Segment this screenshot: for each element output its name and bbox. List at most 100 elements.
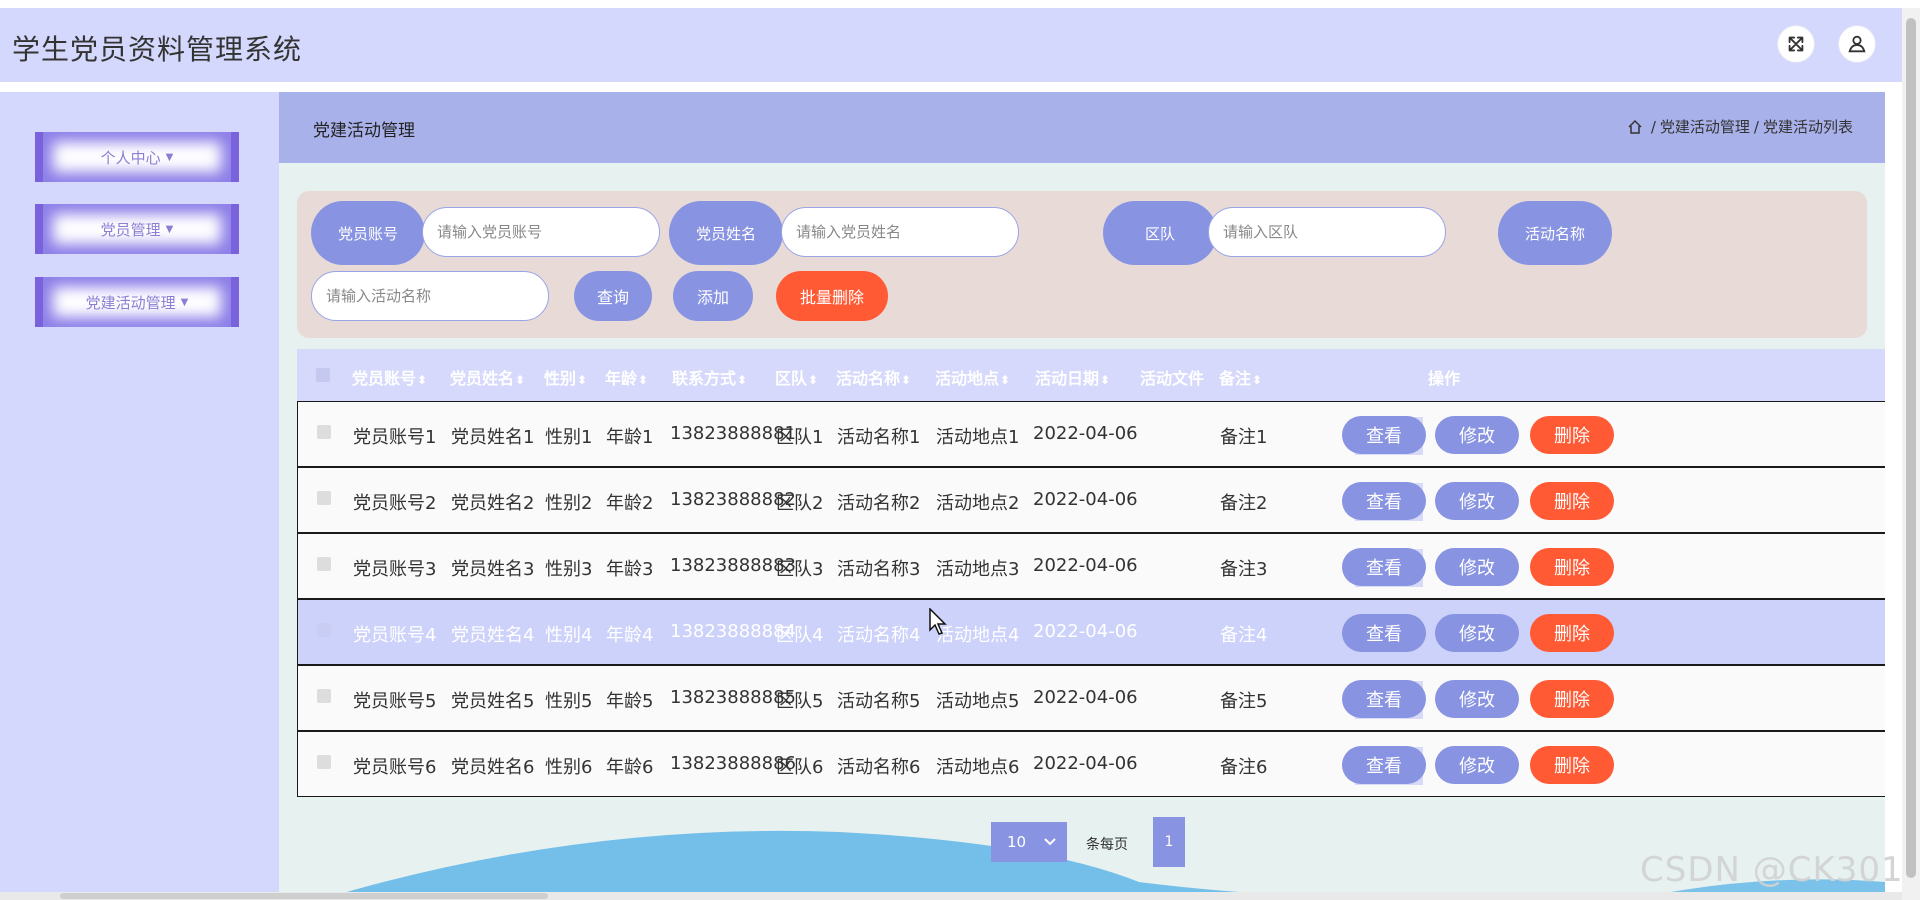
column-header-gender[interactable]: 性别⬍ xyxy=(544,365,587,389)
home-icon[interactable] xyxy=(1627,119,1643,135)
edit-button[interactable]: 修改 xyxy=(1435,680,1519,718)
delete-button[interactable]: 删除 xyxy=(1530,548,1614,586)
delete-button[interactable]: 删除 xyxy=(1530,680,1614,718)
column-header-activity-date[interactable]: 活动日期⬍ xyxy=(1035,365,1110,389)
row-checkbox[interactable] xyxy=(317,491,331,505)
column-header-label: 备注 xyxy=(1219,369,1252,388)
cell-member-name: 党员姓名5 xyxy=(451,691,535,712)
view-button[interactable]: 查看 xyxy=(1342,548,1426,586)
delete-button[interactable]: 删除 xyxy=(1530,416,1614,454)
cell-activity-name: 活动名称5 xyxy=(837,691,921,712)
sort-icon[interactable]: ⬍ xyxy=(417,373,427,387)
member-name-input[interactable] xyxy=(781,207,1019,257)
expand-icon[interactable] xyxy=(1777,25,1815,63)
delete-button[interactable]: 删除 xyxy=(1530,482,1614,520)
table-row[interactable]: 党员账号5 党员姓名5 性别5 年龄5 13823888885 区队5 活动名称5 活动地点5… xyxy=(297,665,1885,731)
view-button[interactable]: 查看 xyxy=(1342,746,1426,784)
view-button[interactable]: 查看 xyxy=(1342,614,1426,652)
table-row[interactable]: 党员账号1 党员姓名1 性别1 年龄1 13823888881 区队1 活动名称1 活动地点1… xyxy=(297,401,1885,467)
cell-remark: 备注5 xyxy=(1220,691,1268,712)
view-button[interactable]: 查看 xyxy=(1342,680,1426,718)
view-button[interactable]: 查看 xyxy=(1342,482,1426,520)
edit-button[interactable]: 修改 xyxy=(1435,614,1519,652)
sort-icon[interactable]: ⬍ xyxy=(577,373,587,387)
sidebar-item-label: 党建活动管理 xyxy=(85,293,176,312)
row-checkbox[interactable] xyxy=(317,689,331,703)
scrollbar-thumb[interactable] xyxy=(60,893,548,899)
cell-activity-location: 活动地点3 xyxy=(936,559,1020,580)
table-row[interactable]: 党员账号2 党员姓名2 性别2 年龄2 13823888882 区队2 活动名称2 活动地点2… xyxy=(297,467,1885,533)
watermark: CSDN @CK3011 xyxy=(1640,850,1920,890)
sidebar-item-personal-center[interactable]: 个人中心 ▼ xyxy=(35,132,239,182)
page-number-1[interactable]: 1 xyxy=(1153,817,1185,867)
cell-age: 年龄6 xyxy=(606,757,654,778)
scrollbar-thumb[interactable] xyxy=(1906,18,1916,878)
cell-activity-date: 2022-04-06 xyxy=(1033,423,1138,444)
user-icon[interactable] xyxy=(1838,25,1876,63)
edit-button[interactable]: 修改 xyxy=(1435,416,1519,454)
activity-name-input[interactable] xyxy=(311,271,549,321)
sort-icon[interactable]: ⬍ xyxy=(1100,373,1110,387)
edit-button[interactable]: 修改 xyxy=(1435,482,1519,520)
batch-delete-button[interactable]: 批量删除 xyxy=(776,271,888,321)
page-title: 党建活动管理 xyxy=(313,121,415,141)
page-size-select[interactable]: 10 xyxy=(991,822,1067,862)
member-account-input[interactable] xyxy=(422,207,660,257)
row-checkbox[interactable] xyxy=(317,755,331,769)
cell-activity-date: 2022-04-06 xyxy=(1033,621,1138,642)
column-header-remark[interactable]: 备注⬍ xyxy=(1219,365,1262,389)
app-title: 学生党员资料管理系统 xyxy=(12,33,303,66)
per-page-label: 条每页 xyxy=(1086,837,1128,853)
vertical-scrollbar[interactable] xyxy=(1902,8,1920,900)
column-header-label: 区队 xyxy=(775,369,808,388)
view-button[interactable]: 查看 xyxy=(1342,416,1426,454)
edit-button[interactable]: 修改 xyxy=(1435,548,1519,586)
edit-button[interactable]: 修改 xyxy=(1435,746,1519,784)
cell-member-name: 党员姓名2 xyxy=(451,493,535,514)
row-checkbox[interactable] xyxy=(317,425,331,439)
sidebar-item-member-management[interactable]: 党员管理 ▼ xyxy=(35,204,239,254)
delete-button[interactable]: 删除 xyxy=(1530,614,1614,652)
cell-member-account: 党员账号3 xyxy=(353,559,437,580)
column-header-activity-location[interactable]: 活动地点⬍ xyxy=(935,365,1010,389)
sort-icon[interactable]: ⬍ xyxy=(515,373,525,387)
cell-member-account: 党员账号4 xyxy=(353,625,437,646)
column-header-label: 性别 xyxy=(544,369,577,388)
breadcrumb: / 党建活动管理 / 党建活动列表 xyxy=(1627,116,1855,137)
column-header-age[interactable]: 年龄⬍ xyxy=(605,365,648,389)
table-row[interactable]: 党员账号3 党员姓名3 性别3 年龄3 13823888883 区队3 活动名称3 活动地点3… xyxy=(297,533,1885,599)
cell-activity-date: 2022-04-06 xyxy=(1033,753,1138,774)
column-header-label: 党员姓名 xyxy=(450,369,515,388)
table-row[interactable]: 党员账号4 党员姓名4 性别4 年龄4 13823888884 区队4 活动名称4 活动地点4… xyxy=(297,599,1885,665)
column-header-member-name[interactable]: 党员姓名⬍ xyxy=(450,365,525,389)
row-checkbox[interactable] xyxy=(317,623,331,637)
breadcrumb-item[interactable]: 党建活动管理 xyxy=(1660,116,1750,137)
squad-input[interactable] xyxy=(1208,207,1446,257)
sort-icon[interactable]: ⬍ xyxy=(1252,373,1262,387)
column-header-contact[interactable]: 联系方式⬍ xyxy=(672,365,747,389)
cell-member-account: 党员账号1 xyxy=(353,427,437,448)
column-header-activity-name[interactable]: 活动名称⬍ xyxy=(836,365,911,389)
sort-icon[interactable]: ⬍ xyxy=(901,373,911,387)
column-header-label: 党员账号 xyxy=(352,369,417,388)
sort-icon[interactable]: ⬍ xyxy=(638,373,648,387)
sort-icon[interactable]: ⬍ xyxy=(737,373,747,387)
column-header-member-account[interactable]: 党员账号⬍ xyxy=(352,365,427,389)
horizontal-scrollbar[interactable] xyxy=(0,892,1902,900)
column-header-label: 联系方式 xyxy=(672,369,737,388)
column-header-squad[interactable]: 区队⬍ xyxy=(775,365,818,389)
main-content: 党建活动管理 / 党建活动管理 / 党建活动列表 党员账号 党员姓名 区队 活动… xyxy=(279,92,1885,900)
table-row[interactable]: 党员账号6 党员姓名6 性别6 年龄6 13823888886 区队6 活动名称6 活动地点6… xyxy=(297,731,1885,797)
row-checkbox[interactable] xyxy=(317,557,331,571)
sidebar-item-activity-management[interactable]: 党建活动管理 ▼ xyxy=(35,277,239,327)
cell-activity-name: 活动名称6 xyxy=(837,757,921,778)
delete-button[interactable]: 删除 xyxy=(1530,746,1614,784)
add-button[interactable]: 添加 xyxy=(673,271,753,321)
cell-age: 年龄1 xyxy=(606,427,654,448)
sort-icon[interactable]: ⬍ xyxy=(808,373,818,387)
query-button[interactable]: 查询 xyxy=(574,271,652,321)
cell-remark: 备注1 xyxy=(1220,427,1268,448)
select-all-checkbox[interactable] xyxy=(316,368,330,382)
chevron-down-icon xyxy=(1044,838,1056,846)
sort-icon[interactable]: ⬍ xyxy=(1000,373,1010,387)
